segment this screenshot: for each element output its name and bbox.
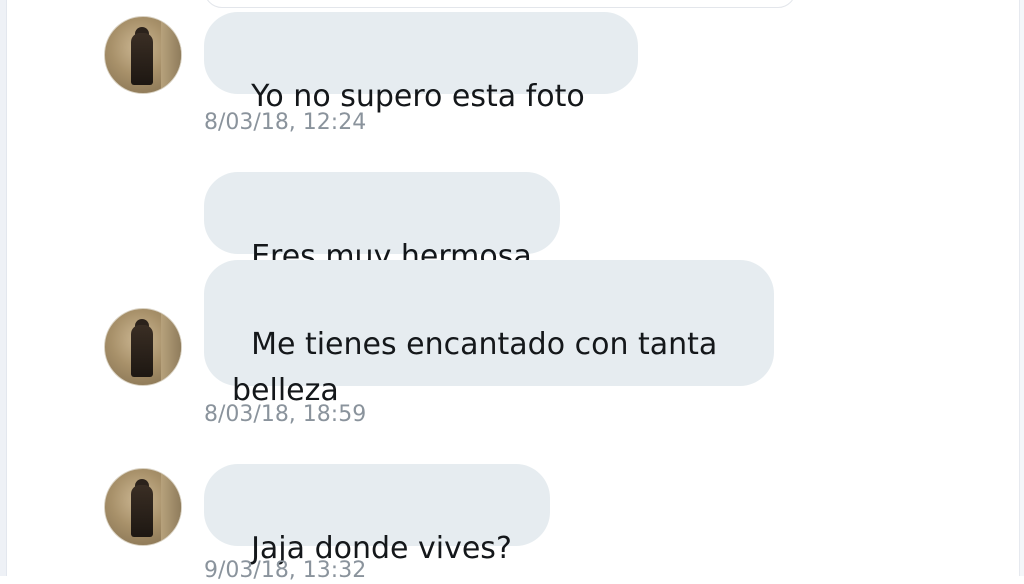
message-timestamp: 9/03/18, 13:32 <box>204 558 367 583</box>
previous-message-bubble <box>204 0 796 8</box>
message-text: Yo no supero esta foto <box>251 79 585 114</box>
message-bubble[interactable]: Yo no supero esta foto <box>204 12 638 114</box>
message-bubble[interactable]: Eres muy hermosa <box>204 172 560 274</box>
message-timestamp: 8/03/18, 18:59 <box>204 402 367 427</box>
avatar-photo-person <box>131 485 153 537</box>
message-timestamp: 8/03/18, 12:24 <box>204 110 367 135</box>
message-bubble[interactable]: Jaja donde vives? <box>204 464 550 566</box>
message-text: Me tienes encantado con tanta belleza <box>232 327 718 408</box>
conversation-left-border <box>0 0 7 576</box>
avatar-photo-person <box>131 33 153 85</box>
avatar-photo-background <box>161 469 181 545</box>
avatar-photo-background <box>161 309 181 385</box>
sender-avatar[interactable] <box>104 468 182 546</box>
avatar-photo-background <box>161 17 181 93</box>
message-bubble[interactable]: Me tienes encantado con tanta belleza <box>204 260 774 408</box>
avatar-photo-person <box>131 325 153 377</box>
sender-avatar[interactable] <box>104 16 182 94</box>
sender-avatar[interactable] <box>104 308 182 386</box>
conversation-right-border <box>1019 0 1024 576</box>
